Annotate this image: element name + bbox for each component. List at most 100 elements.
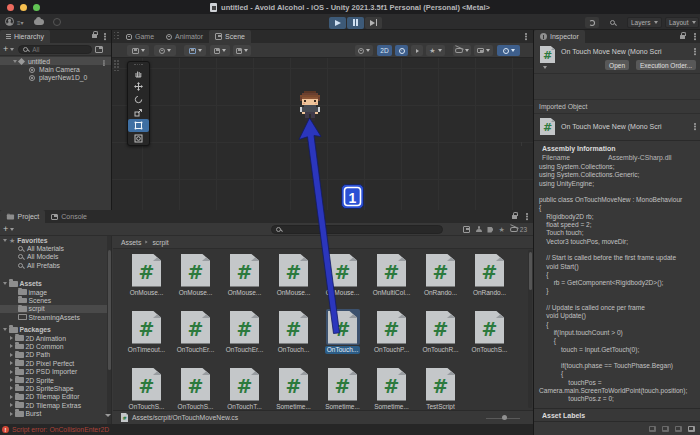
chevron-down-icon[interactable] [10, 48, 14, 51]
tree-item-burst[interactable]: Burst [0, 409, 111, 417]
asset-item-selected[interactable]: #OnTouch... [318, 309, 367, 366]
gizmos-dropdown[interactable] [497, 45, 520, 56]
audio-toggle-button[interactable] [411, 45, 423, 56]
asset-item[interactable]: #OnMultiCol... [367, 252, 416, 309]
tree-item-image[interactable]: image [0, 288, 111, 296]
tree-scrollbar[interactable] [107, 236, 111, 424]
account-icon[interactable] [5, 17, 14, 26]
thumbnail-size-slider[interactable] [486, 418, 520, 419]
scale-tool-button[interactable] [128, 106, 149, 119]
asset-item[interactable]: #OnTouchR... [416, 309, 465, 366]
panel-menu-icon[interactable] [104, 33, 106, 35]
grid-scrollbar[interactable] [528, 250, 532, 408]
tree-item-favorites[interactable]: ★ Favorites [0, 236, 111, 244]
view-tool-button[interactable] [128, 67, 149, 80]
status-error-text[interactable]: Script error: OnCollisionEnter2D [12, 426, 109, 433]
camera-dropdown[interactable] [474, 45, 493, 56]
expand-arrow-icon[interactable] [10, 403, 13, 407]
shaded-mode-dropdown[interactable] [154, 45, 176, 56]
expand-arrow-icon[interactable] [10, 370, 13, 374]
asset-item[interactable]: #OnRando... [416, 252, 465, 309]
open-button[interactable]: Open [605, 60, 629, 70]
panel-menu-icon[interactable] [526, 213, 528, 215]
asset-item[interactable]: #OnTouchP... [367, 309, 416, 366]
header-menu-icon[interactable] [694, 48, 696, 50]
asset-item[interactable]: #OnRando... [465, 252, 514, 309]
tab-scene[interactable]: Scene [209, 30, 251, 43]
grid-visual-dropdown[interactable] [184, 45, 206, 56]
tree-item-packages[interactable]: Packages [0, 326, 111, 334]
header-menu-icon[interactable] [694, 123, 696, 125]
2d-toggle-button[interactable]: 2D [377, 45, 392, 56]
render-doc-dropdown[interactable] [355, 45, 373, 56]
transform-tool-button[interactable] [128, 132, 149, 145]
scene-visibility-icon[interactable] [95, 46, 103, 53]
chevron-down-icon[interactable] [10, 228, 14, 231]
tree-item-2d-sprite[interactable]: 2D Sprite [0, 376, 111, 384]
asset-bundle-variant-icon[interactable] [662, 426, 669, 432]
panel-drag-handle[interactable] [114, 32, 119, 39]
asset-item[interactable]: #OnTouchEr... [220, 309, 269, 366]
search-by-label-icon[interactable] [487, 227, 493, 233]
play-button[interactable] [329, 17, 346, 29]
layers-dropdown[interactable]: Layers [627, 17, 662, 28]
pause-button[interactable] [347, 17, 364, 29]
search-icon[interactable] [610, 20, 615, 25]
tree-item-streamingassets[interactable]: StreamingAssets [0, 313, 111, 321]
breadcrumb-assets[interactable]: Assets [121, 239, 141, 246]
scene-viewport[interactable] [112, 58, 533, 210]
hierarchy-search-input[interactable]: All [18, 45, 92, 54]
execution-order-button[interactable]: Execution Order... [636, 60, 696, 70]
search-by-type-icon[interactable] [463, 226, 470, 233]
undo-history-icon[interactable] [53, 18, 61, 26]
tree-item-2d-path[interactable]: 2D Path [0, 351, 111, 359]
create-add-button[interactable]: + [3, 225, 8, 234]
move-tool-button[interactable] [128, 80, 149, 93]
effects-dropdown[interactable]: ★ [426, 45, 445, 56]
expand-arrow-icon[interactable] [10, 395, 13, 399]
hierarchy-item-main-camera[interactable]: Main Camera [0, 65, 111, 73]
asset-item[interactable]: #OnMouse... [220, 252, 269, 309]
tree-item-all-prefabs[interactable]: All Prefabs [0, 261, 111, 269]
label-icon[interactable] [675, 426, 682, 432]
asset-item[interactable]: #OnTimeout... [122, 309, 171, 366]
tree-item-2d-psd-importer[interactable]: 2D PSD Importer [0, 367, 111, 375]
tab-animator[interactable]: Animator [160, 30, 209, 43]
account-dropdown-arrow[interactable]: ≡▾ [17, 19, 24, 26]
expand-arrow-icon[interactable] [10, 412, 13, 416]
tab-hierarchy[interactable]: Hierarchy [0, 30, 50, 43]
tree-item-scrpit[interactable]: scrpit [0, 305, 111, 313]
undo-history-button[interactable] [585, 17, 599, 28]
item-menu-icon[interactable] [104, 61, 105, 62]
draw-mode-dropdown[interactable] [127, 45, 149, 56]
collapse-arrow-icon[interactable] [13, 60, 17, 63]
asset-item[interactable]: #OnTouch... [269, 309, 318, 366]
project-search-input[interactable] [271, 225, 443, 234]
panel-menu-icon[interactable] [694, 33, 696, 35]
tree-item-2d-pixel-perfect[interactable]: 2D Pixel Perfect [0, 359, 111, 367]
asset-item[interactable]: #OnTouchEr... [171, 309, 220, 366]
player-sprite[interactable] [298, 91, 322, 122]
expand-arrow-icon[interactable] [10, 386, 13, 390]
tree-item-2d-animation[interactable]: 2D Animation [0, 334, 111, 342]
lighting-toggle-button[interactable] [395, 45, 408, 56]
align-dropdown[interactable] [233, 45, 251, 56]
mask-dropdown[interactable] [210, 45, 230, 56]
saved-search-star-icon[interactable]: ★ [498, 226, 504, 233]
asset-item[interactable]: #OnMouse... [269, 252, 318, 309]
create-add-button[interactable]: + [3, 45, 8, 54]
tab-project[interactable]: Project [0, 210, 45, 223]
search-by-import-icon[interactable] [475, 226, 482, 233]
layout-dropdown[interactable]: Layout [665, 17, 699, 28]
lock-icon[interactable] [680, 35, 685, 39]
lock-icon[interactable] [92, 34, 97, 38]
tab-console[interactable]: Console [45, 210, 93, 223]
visibility-dropdown[interactable] [453, 45, 471, 56]
tree-item-2d-spriteshape[interactable]: 2D SpriteShape [0, 384, 111, 392]
breadcrumb-folder[interactable]: scrpit [152, 239, 168, 246]
breadcrumb-collapse-icon[interactable] [105, 414, 111, 417]
expand-arrow-icon[interactable] [10, 353, 13, 357]
expand-arrow-icon[interactable] [10, 344, 13, 348]
hierarchy-item-player[interactable]: playerNew1D_0 [0, 74, 111, 82]
collapse-arrow-icon[interactable] [3, 239, 7, 242]
